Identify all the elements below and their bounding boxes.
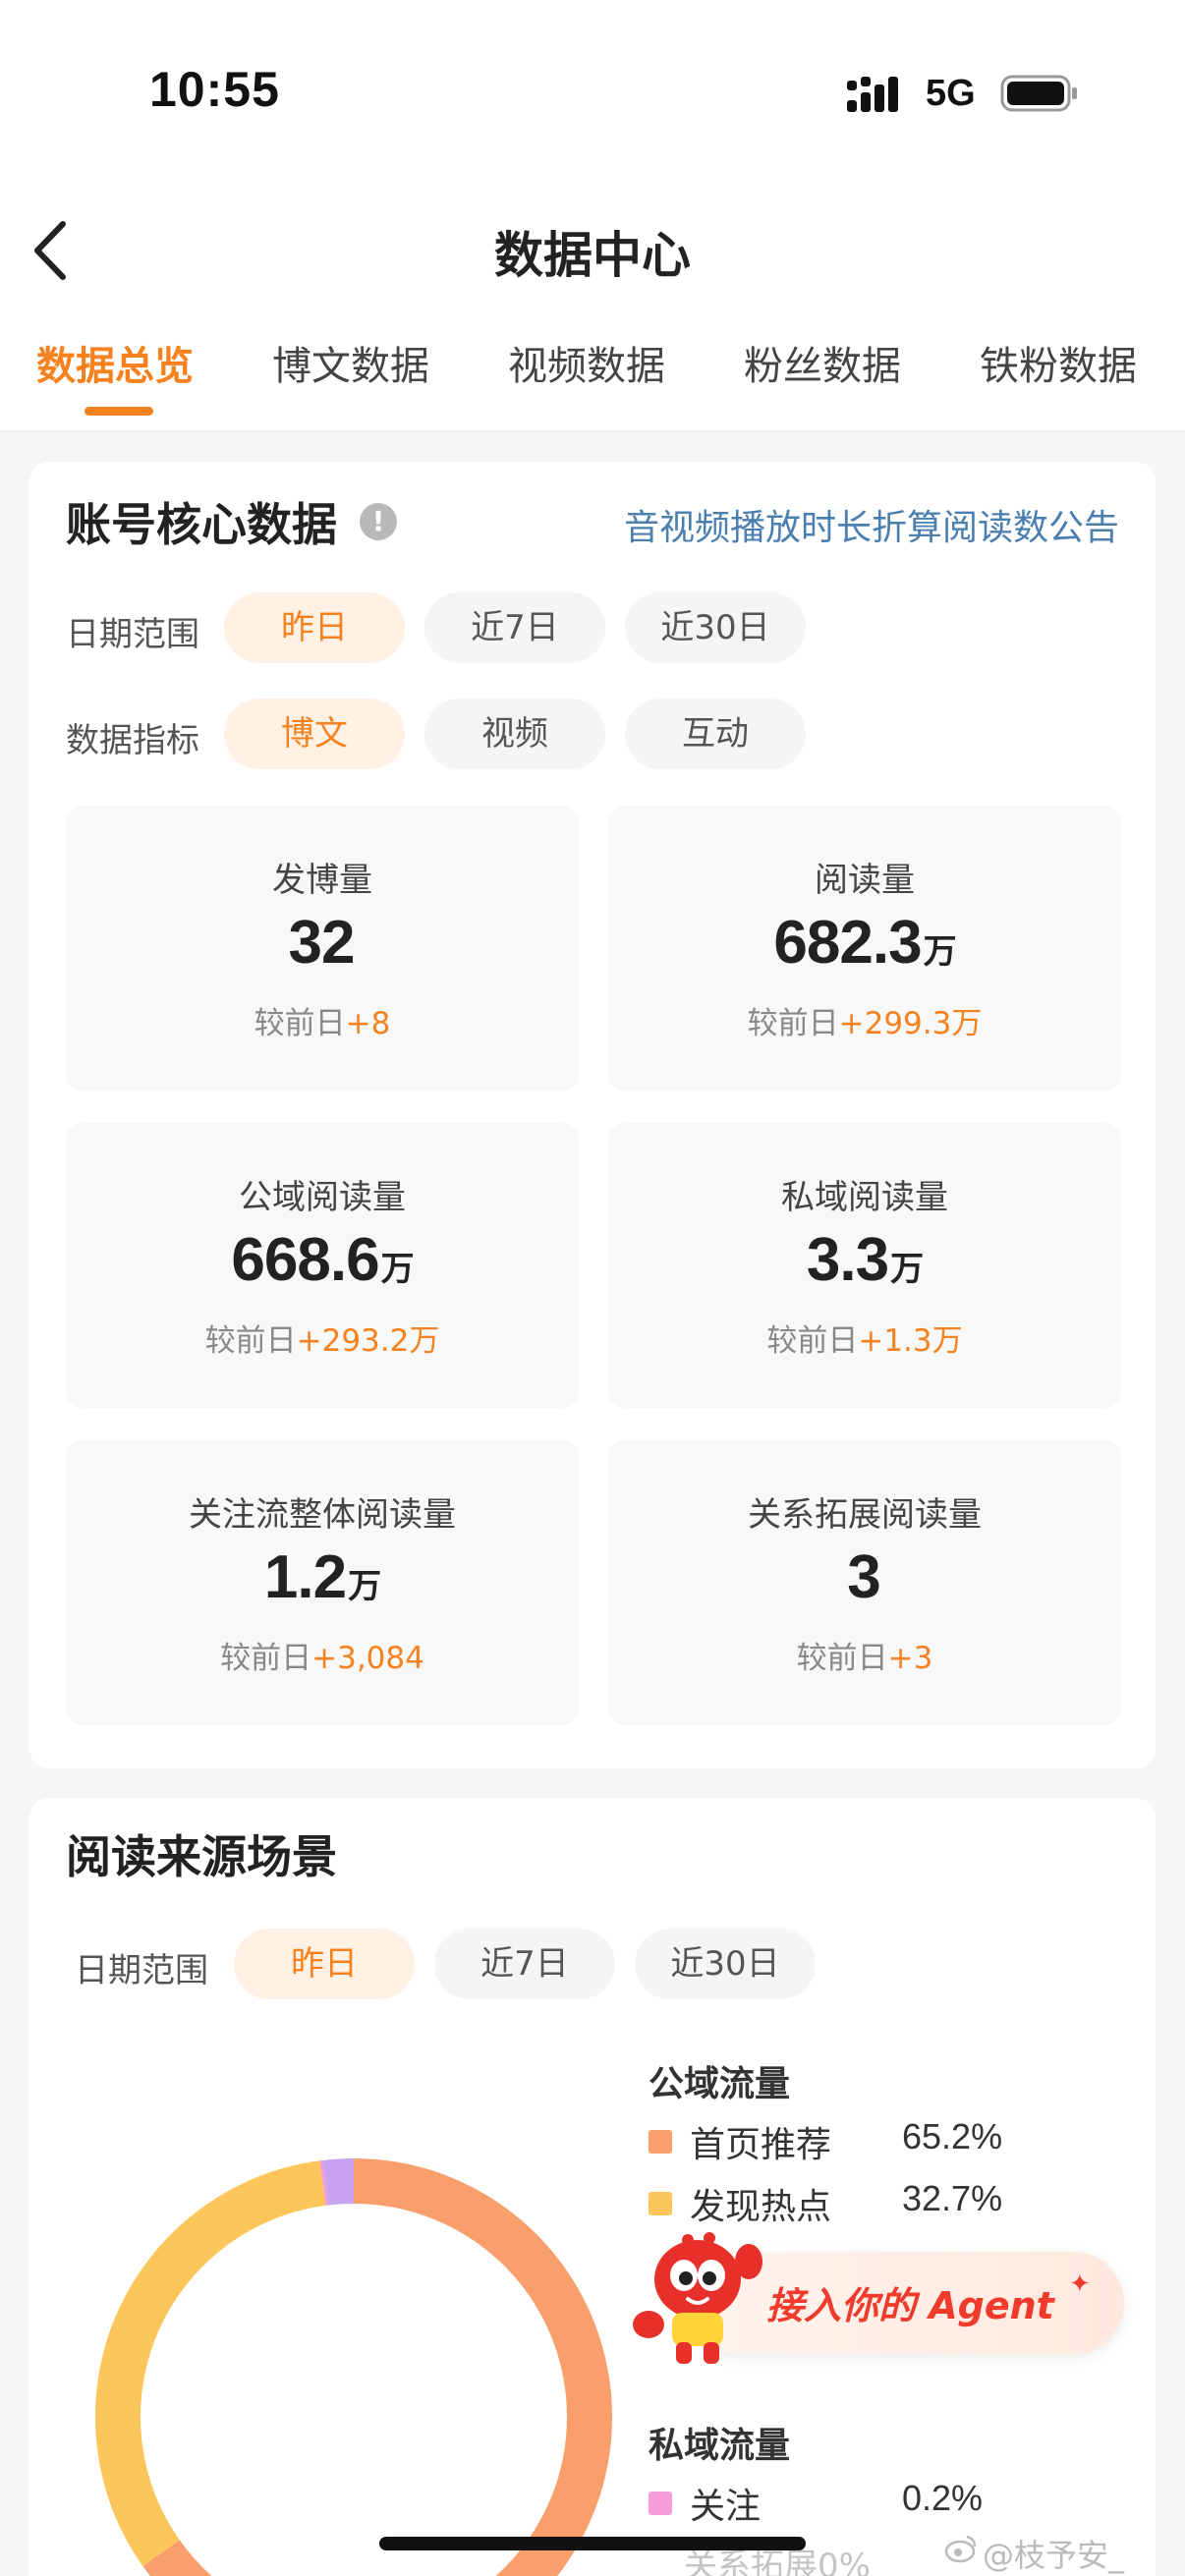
stat-label: 关系拓展阅读量: [748, 1495, 982, 1535]
tab-bar: 数据总览 博文数据 视频数据 粉丝数据 铁粉数据: [0, 334, 1185, 422]
stat-label: 私域阅读量: [781, 1178, 948, 1217]
stat-value: 682.3万: [773, 909, 956, 977]
metric-chip-video[interactable]: 视频: [424, 699, 605, 769]
network-label: 5G: [926, 73, 976, 114]
stat-delta: 较前日+8: [254, 1006, 391, 1041]
agent-banner-label: 接入你的 Agent: [766, 2284, 1054, 2327]
donut-slice-其他: [322, 2158, 355, 2206]
stat-delta: 较前日+293.2万: [204, 1323, 440, 1359]
private-traffic-heading: 私域流量: [649, 2426, 791, 2466]
tab-fans[interactable]: 粉丝数据: [744, 334, 901, 391]
tab-overview[interactable]: 数据总览: [36, 334, 194, 391]
nav-bar: 数据中心 数据总览 博文数据 视频数据 粉丝数据 铁粉数据: [0, 187, 1185, 432]
status-time: 10:55: [149, 62, 280, 117]
stat-label: 阅读量: [815, 861, 915, 900]
legend-percent: 32.7%: [902, 2178, 1003, 2218]
stat-label: 公域阅读量: [239, 1178, 406, 1217]
legend-swatch: [649, 2130, 672, 2154]
core-data-card: 账号核心数据 ! 音视频播放时长折算阅读数公告 日期范围 昨日 近7日 近30日…: [29, 462, 1156, 1768]
info-icon[interactable]: !: [360, 503, 397, 540]
metric-label: 数据指标: [66, 721, 199, 760]
legend-item: 关注 0.2%: [649, 2478, 1042, 2527]
stat-reads[interactable]: 阅读量 682.3万 较前日+299.3万: [608, 806, 1121, 1091]
source-date-chip-30d[interactable]: 近30日: [635, 1929, 816, 1999]
signal-icon: [847, 77, 898, 112]
stat-delta: 较前日+299.3万: [747, 1006, 983, 1041]
home-indicator[interactable]: [379, 2537, 806, 2550]
weibo-logo-icon: [944, 2535, 977, 2563]
battery-icon: [1000, 75, 1077, 112]
tab-videos[interactable]: 视频数据: [508, 334, 665, 391]
core-data-title: 账号核心数据: [66, 498, 337, 551]
date-chip-7d[interactable]: 近7日: [424, 592, 605, 663]
notice-link[interactable]: 音视频播放时长折算阅读数公告: [624, 499, 1119, 550]
legend-item: 发现热点 32.7%: [649, 2178, 1042, 2227]
stat-follow-feed-reads[interactable]: 关注流整体阅读量 1.2万 较前日+3,084: [66, 1440, 579, 1725]
stat-value: 668.6万: [231, 1226, 414, 1294]
stat-value: 1.2万: [263, 1543, 381, 1611]
status-bar: 10:55 5G: [0, 0, 1185, 187]
legend-name: 关注: [690, 2487, 762, 2527]
source-date-chip-7d[interactable]: 近7日: [434, 1929, 615, 1999]
stat-label: 发博量: [272, 861, 372, 900]
stat-posts[interactable]: 发博量 32 较前日+8: [66, 806, 579, 1091]
sparkle-icon: ✦: [1069, 2269, 1091, 2299]
metric-chip-posts[interactable]: 博文: [224, 699, 405, 769]
stat-public-reads[interactable]: 公域阅读量 668.6万 较前日+293.2万: [66, 1123, 579, 1408]
read-source-title: 阅读来源场景: [66, 1830, 337, 1883]
stat-value: 32: [288, 909, 356, 977]
legend-percent: 0.2%: [902, 2478, 984, 2518]
stat-delta: 较前日+3,084: [220, 1641, 424, 1676]
stat-value: 3.3万: [806, 1226, 924, 1294]
page-title: 数据中心: [494, 227, 691, 284]
stat-delta: 较前日+3: [796, 1641, 933, 1676]
watermark: @枝予安_: [983, 2537, 1125, 2574]
public-traffic-heading: 公域流量: [649, 2064, 791, 2104]
source-date-label: 日期范围: [75, 1951, 208, 1990]
metric-chip-interaction[interactable]: 互动: [625, 699, 806, 769]
active-tab-indicator: [85, 407, 153, 416]
tab-posts[interactable]: 博文数据: [272, 334, 429, 391]
legend-swatch: [649, 2492, 672, 2515]
date-chip-yesterday[interactable]: 昨日: [224, 592, 405, 663]
date-chip-30d[interactable]: 近30日: [625, 592, 806, 663]
source-date-chip-yesterday[interactable]: 昨日: [234, 1929, 415, 1999]
legend-name: 首页推荐: [690, 2125, 832, 2165]
read-source-donut-chart: [95, 2158, 612, 2576]
date-range-label: 日期范围: [66, 615, 199, 654]
stat-value: 3: [847, 1543, 880, 1611]
legend-item: 首页推荐 65.2%: [649, 2116, 1042, 2165]
legend-swatch: [649, 2192, 672, 2215]
stat-delta: 较前日+1.3万: [766, 1323, 963, 1359]
mascot-icon[interactable]: [629, 2222, 776, 2370]
tab-iron-fans[interactable]: 铁粉数据: [980, 334, 1137, 391]
legend-percent: 65.2%: [902, 2116, 1003, 2156]
donut-slice-发现热点: [95, 2160, 326, 2566]
stat-relation-reads[interactable]: 关系拓展阅读量 3 较前日+3: [608, 1440, 1121, 1725]
stat-private-reads[interactable]: 私域阅读量 3.3万 较前日+1.3万: [608, 1123, 1121, 1408]
stat-label: 关注流整体阅读量: [189, 1495, 456, 1535]
